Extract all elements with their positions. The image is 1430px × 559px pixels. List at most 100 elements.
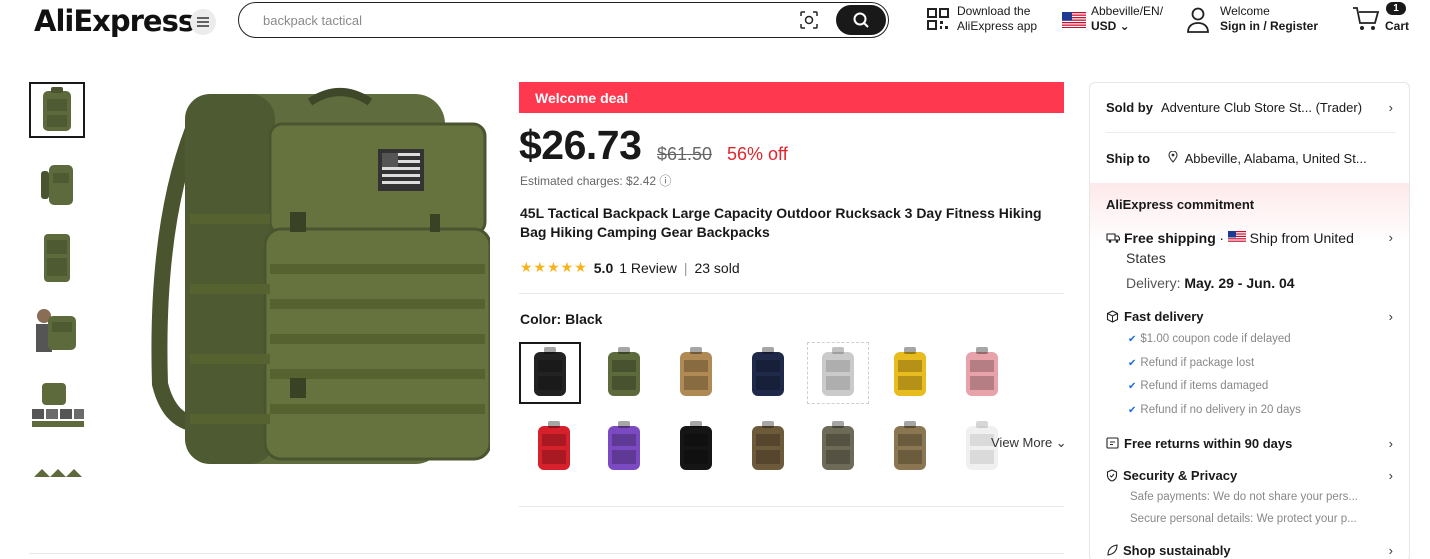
divider — [1106, 132, 1396, 133]
current-price: $26.73 — [519, 122, 642, 168]
separator: | — [683, 259, 688, 276]
purchase-info-panel: Sold by Adventure Club Store St... (Trade… — [1089, 82, 1410, 559]
divider — [519, 506, 1064, 507]
ship-from-text: Ship from United — [1249, 230, 1354, 246]
thumbnail-3[interactable] — [29, 230, 85, 286]
color-swatch[interactable] — [737, 342, 799, 404]
account-menu[interactable]: Welcome Sign in / Register — [1220, 4, 1318, 34]
location-pin-icon — [1168, 150, 1178, 163]
fd-item: ✔ Refund if items damaged — [1128, 380, 1269, 392]
store-name[interactable]: Adventure Club Store St... (Trader) — [1161, 100, 1362, 115]
image-search-icon[interactable] — [799, 10, 819, 30]
user-icon[interactable] — [1186, 6, 1210, 34]
ship-to-label: Ship to — [1106, 151, 1151, 166]
color-swatch[interactable] — [519, 342, 581, 404]
color-swatch[interactable] — [593, 416, 655, 478]
us-flag-icon — [1062, 12, 1086, 28]
color-swatch[interactable] — [523, 416, 585, 478]
chevron-right-icon: › — [1388, 309, 1393, 324]
backpack-swatch-image — [894, 421, 926, 470]
view-more-colors-button[interactable]: View More ⌄ — [991, 435, 1067, 451]
ship-to-location[interactable]: Abbeville, Alabama, United St... — [1185, 151, 1367, 166]
backpack-swatch-image — [752, 347, 784, 396]
rating-row: ★★★★★ 5.0 1 Review | 23 sold — [520, 259, 740, 276]
aliexpress-logo[interactable]: AliExpress — [34, 4, 195, 38]
language-currency-selector[interactable]: Abbeville/EN/ USD ⌄ — [1091, 4, 1163, 34]
cart-label[interactable]: Cart — [1385, 19, 1409, 33]
divider — [519, 293, 1064, 294]
delivery-row: Delivery: May. 29 - Jun. 04 — [1126, 275, 1409, 291]
review-count-link[interactable]: 1 Review — [619, 260, 677, 276]
chevron-right-icon: › — [1388, 468, 1393, 483]
backpack-swatch-image — [538, 421, 570, 470]
color-swatch[interactable] — [879, 416, 941, 478]
ship-from-country: States — [1126, 250, 1166, 266]
search-button[interactable] — [836, 5, 886, 35]
truck-icon — [1106, 233, 1121, 243]
sold-by-label: Sold by — [1106, 100, 1153, 115]
thumbnail-4[interactable] — [29, 304, 85, 360]
thumbnail-1[interactable] — [29, 82, 85, 138]
color-swatch[interactable] — [807, 342, 869, 404]
fd-item: ✔ $1.00 coupon code if delayed — [1128, 333, 1291, 345]
free-returns-label: Free returns within 90 days — [1124, 436, 1293, 451]
main-product-image[interactable] — [100, 84, 492, 479]
us-flag-small-icon — [1227, 231, 1246, 243]
fd-item: ✔ Refund if no delivery in 20 days — [1128, 404, 1301, 416]
color-label: Color: Black — [520, 311, 603, 327]
color-swatch[interactable] — [593, 342, 655, 404]
color-swatch[interactable] — [665, 416, 727, 478]
free-shipping-label: Free shipping — [1124, 230, 1216, 246]
backpack-details-image — [32, 383, 84, 427]
product-title: 45L Tactical Backpack Large Capacity Out… — [520, 205, 1042, 240]
security-privacy-row[interactable]: Security & Privacy — [1106, 468, 1396, 483]
shield-icon — [1106, 469, 1118, 482]
backpack-thumbnail-image — [43, 87, 71, 131]
hamburger-icon — [197, 17, 209, 27]
qr-code-icon[interactable] — [926, 7, 950, 31]
backpack-colors-image — [34, 469, 82, 477]
color-swatch[interactable] — [951, 342, 1013, 404]
leaf-icon — [1107, 544, 1118, 556]
shop-sustainably-label: Shop sustainably — [1123, 543, 1231, 558]
fd-item: ✔ Refund if package lost — [1128, 357, 1255, 369]
color-swatch[interactable] — [879, 342, 941, 404]
check-icon: ✔ — [1128, 334, 1137, 345]
cart-icon[interactable] — [1352, 6, 1380, 32]
sign-in-link[interactable]: Sign in / Register — [1220, 19, 1318, 34]
backpack-swatch-image — [822, 421, 854, 470]
search-bar — [238, 2, 889, 38]
download-line2: AliExpress app — [957, 19, 1038, 33]
backpack-swatch-image — [608, 347, 640, 396]
thumbnail-2[interactable] — [29, 156, 85, 212]
free-shipping-row[interactable]: Free shipping · Ship from United — [1106, 230, 1396, 246]
download-app-link[interactable]: Download the AliExpress app — [957, 4, 1037, 34]
region-text: Abbeville/EN/ — [1091, 4, 1164, 18]
free-returns-row[interactable]: Free returns within 90 days — [1106, 436, 1396, 451]
color-swatch[interactable] — [807, 416, 869, 478]
sold-count: 23 sold — [694, 259, 740, 276]
ship-to-row[interactable]: Ship to Abbeville, Alabama, United St... — [1106, 150, 1396, 166]
sold-by-row[interactable]: Sold by Adventure Club Store St... (Trade… — [1106, 100, 1396, 115]
chevron-right-icon: › — [1388, 230, 1393, 245]
chevron-right-icon: › — [1388, 543, 1393, 558]
thumbnail-strip — [29, 82, 85, 477]
color-swatch[interactable] — [737, 416, 799, 478]
check-icon: ✔ — [1128, 358, 1137, 369]
thumbnail-5[interactable] — [29, 378, 85, 434]
security-line: Secure personal details: We protect your… — [1130, 513, 1357, 525]
color-swatch[interactable] — [665, 342, 727, 404]
delivery-dates: May. 29 - Jun. 04 — [1184, 275, 1295, 291]
menu-button[interactable] — [190, 9, 216, 35]
fast-delivery-label: Fast delivery — [1124, 309, 1204, 324]
estimated-charges[interactable]: Estimated charges: $2.42 ⓘ — [520, 172, 671, 189]
search-input[interactable] — [263, 11, 783, 29]
security-label: Security & Privacy — [1123, 468, 1238, 483]
fast-delivery-row[interactable]: Fast delivery — [1106, 309, 1396, 324]
thumbnail-6[interactable] — [29, 452, 85, 477]
check-icon: ✔ — [1128, 405, 1137, 416]
shop-sustainably-row[interactable]: Shop sustainably — [1106, 543, 1396, 558]
backpack-swatch-image — [534, 347, 566, 396]
rating-score: 5.0 — [593, 259, 614, 276]
backpack-swatch-image — [680, 421, 712, 470]
